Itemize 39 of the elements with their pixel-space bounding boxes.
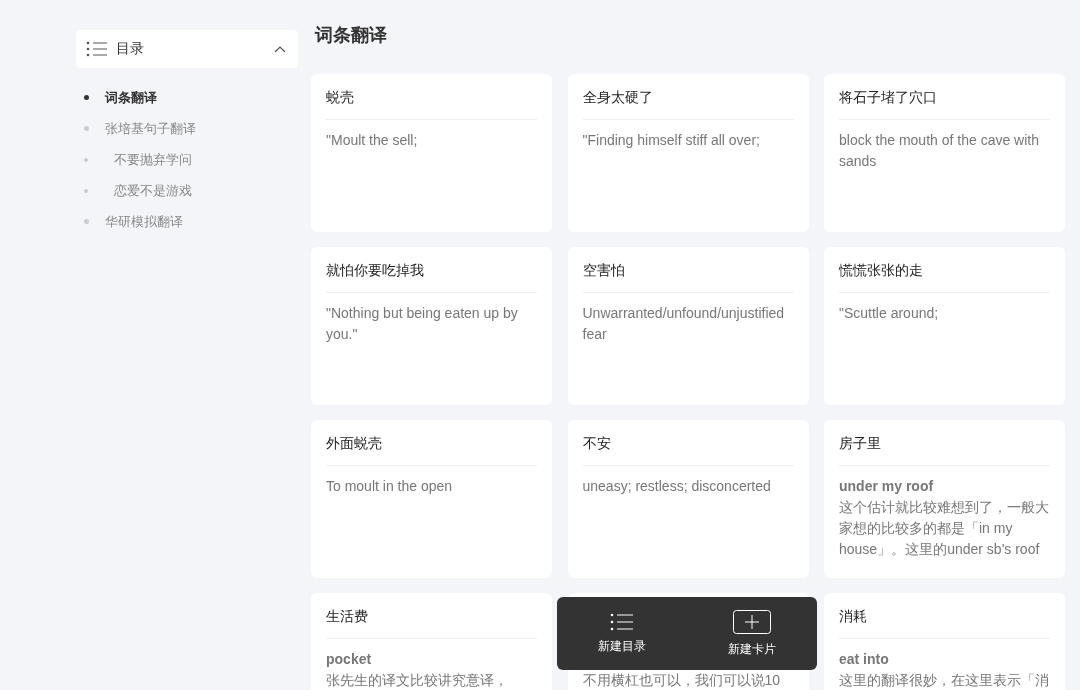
card-text: Unwarranted/unfound/unjustified fear (582, 305, 785, 342)
plus-icon (733, 609, 771, 634)
card-text: "Scuttle around; (839, 305, 939, 321)
card-text: "Moult the sell; (326, 132, 418, 148)
card-text: block the mouth of the cave with sands (839, 132, 1039, 169)
card-text: uneasy; restless; disconcerted (582, 478, 771, 494)
card-term: under my roof (839, 477, 935, 496)
card-text: 张先生的译文比较讲究意译， (326, 672, 508, 688)
list-icon (610, 612, 634, 631)
card-text: 这里的翻译很妙，在这里表示「消 (839, 672, 1049, 688)
page-title: 词条翻译 (315, 24, 388, 47)
card-text: "Nothing but being eaten up by you." (326, 305, 518, 342)
card-title: 空害怕 (582, 262, 625, 280)
card-text: "Finding himself stiff all over; (582, 132, 760, 148)
chevron-icon[interactable] (274, 45, 286, 53)
toc-title: 目录 (116, 40, 145, 58)
toc-item[interactable]: 不要抛弃学问 (114, 150, 192, 169)
card-title: 外面蜕壳 (326, 435, 382, 453)
toc-item[interactable]: 华研模拟翻译 (105, 212, 183, 231)
card-title: 房子里 (839, 435, 881, 453)
card-term: pocket (326, 650, 373, 669)
card-title: 全身太硬了 (582, 89, 653, 107)
list-icon (86, 41, 108, 57)
card-title: 蜕壳 (326, 89, 354, 107)
card-text: 不用横杠也可以，我们可以说10 (582, 672, 781, 688)
toc-item[interactable]: 词条翻译 (105, 88, 157, 107)
toolbar-button[interactable]: 新建目录 (588, 608, 656, 659)
card-title: 就怕你要吃掉我 (326, 262, 424, 280)
toc-item[interactable]: 恋爱不是游戏 (114, 181, 192, 200)
card-text: 这个估计就比较难想到了，一般大家想的比较多的都是「in my house」。这里的under sb's roof (839, 499, 1049, 557)
card-title: 生活费 (326, 608, 368, 626)
toc-item[interactable]: 张培基句子翻译 (105, 119, 196, 138)
card-text: To moult in the open (326, 478, 453, 494)
card-title: 慌慌张张的走 (839, 262, 923, 280)
card-title: 不安 (582, 435, 611, 453)
card-title: 将石子堵了穴口 (839, 89, 937, 107)
card-title: 消耗 (839, 608, 867, 626)
toolbar-button[interactable]: 新建卡片 (718, 605, 786, 662)
card-term: eat into (839, 650, 890, 669)
